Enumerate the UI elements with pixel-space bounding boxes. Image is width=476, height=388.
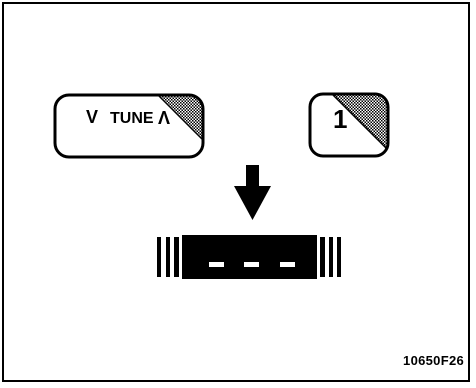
- tune-down-glyph[interactable]: V: [86, 107, 98, 127]
- tune-up-glyph[interactable]: Λ: [158, 108, 170, 128]
- preset-1-button[interactable]: 1: [308, 92, 390, 158]
- tune-label: TUNE: [110, 110, 154, 127]
- tune-button[interactable]: V TUNE Λ: [53, 93, 205, 159]
- diagram-canvas: V TUNE Λ 1: [53, 92, 390, 279]
- display-panel: [157, 235, 341, 279]
- down-arrow-icon: [234, 165, 271, 220]
- preset-button-label: 1: [333, 104, 347, 134]
- display-segments: [209, 262, 295, 267]
- figure-code: 10650F26: [403, 353, 464, 368]
